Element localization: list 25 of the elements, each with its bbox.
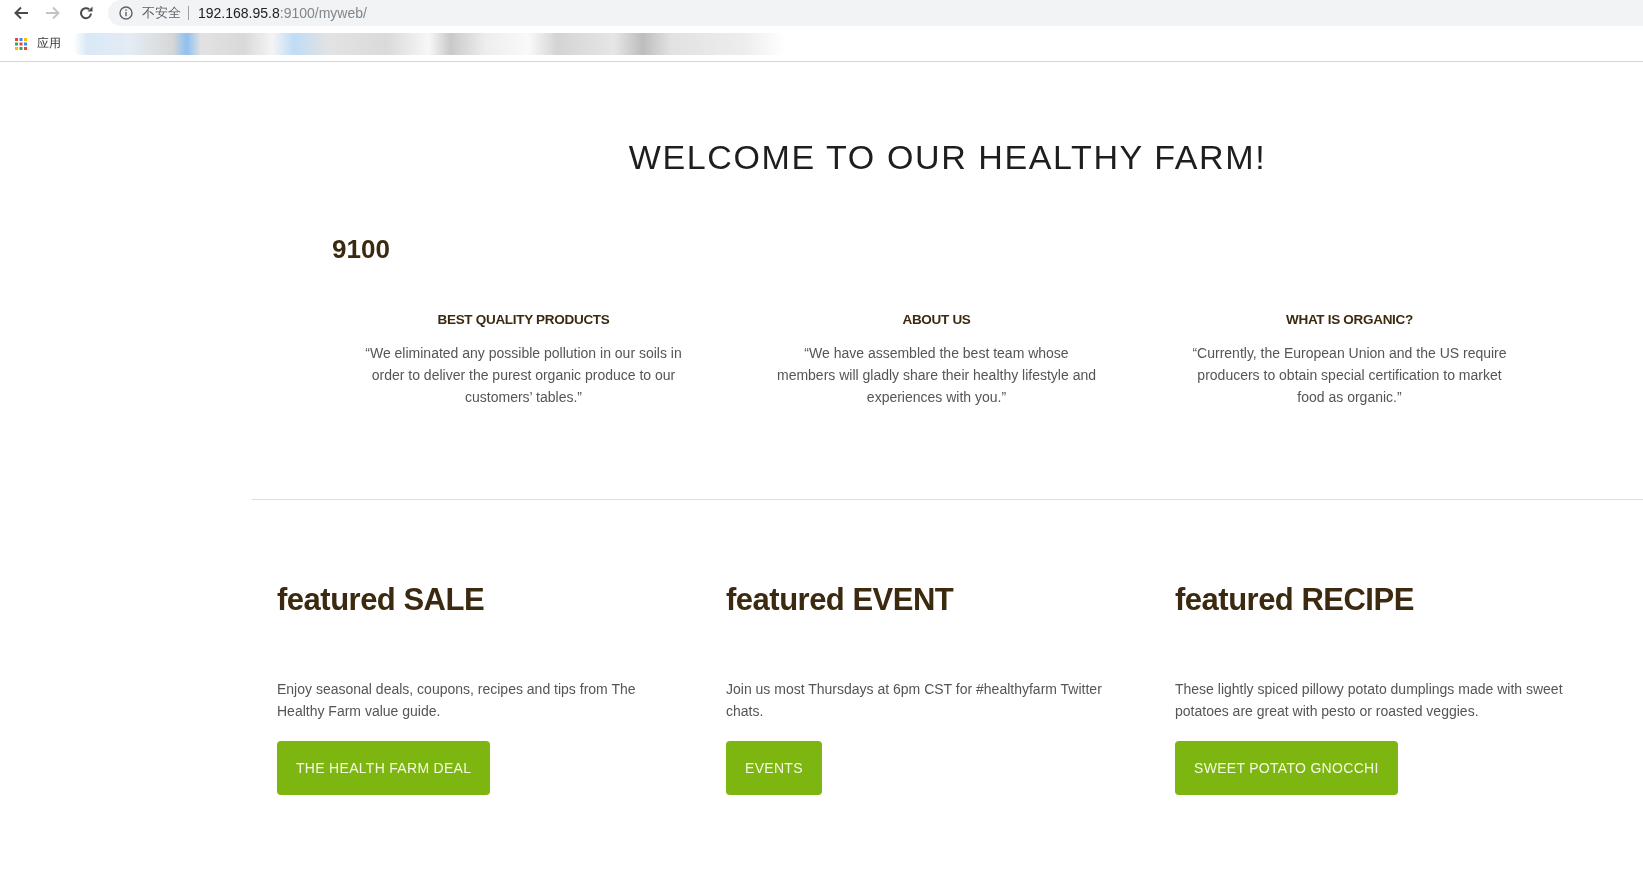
url-text: 192.168.95.8:9100/myweb/ — [198, 5, 367, 21]
featured-heading: featured EVENT — [726, 581, 954, 619]
quote-text: “We have assembled the best team whose members will gladly share their healthy lifestyle and experiences with you.” — [776, 344, 1097, 407]
port-number: 9100 — [332, 234, 390, 264]
grid-dots-icon[interactable] — [15, 37, 27, 50]
section-heading: BEST QUALITY PRODUCTS — [437, 311, 610, 329]
featured-description: Enjoy seasonal deals, coupons, recipes and tips from The Healthy Farm value guide. — [277, 680, 637, 721]
quote-text: “We eliminated any possible pollution in our soils in order to deliver the purest organic produce to our customers’ tables.” — [364, 344, 683, 407]
circular-arrow-icon[interactable] — [79, 6, 93, 20]
featured-link-button[interactable]: EVENTS — [726, 741, 822, 795]
featured-link-button[interactable]: SWEET POTATO GNOCCHI — [1175, 741, 1398, 795]
featured-description: Join us most Thursdays at 6pm CST for #healthyfarm Twitter chats. — [726, 680, 1103, 721]
featured-heading: featured RECIPE — [1175, 581, 1414, 619]
page-title: WELCOME TO OUR HEALTHY FARM! — [628, 137, 1267, 177]
featured-description: These lightly spiced pillowy potato dumplings made with sweet potatoes are great with pesto or roasted veggies. — [1175, 680, 1564, 721]
featured-link-button[interactable]: THE HEALTH FARM DEAL — [277, 741, 491, 795]
quote-text: “Currently, the European Union and the US require producers to obtain special certification to market food as organic.” — [1191, 344, 1508, 407]
featured-heading: featured SALE — [277, 581, 485, 619]
section-heading: WHAT IS ORGANIC? — [1286, 311, 1413, 329]
address-bar[interactable]: 不安全 192.168.95.8:9100/myweb/ — [108, 0, 1643, 26]
section-heading: ABOUT US — [902, 311, 971, 329]
arrow-left-icon[interactable] — [14, 6, 28, 20]
apps-link[interactable]: 应用 — [37, 35, 61, 52]
security-label: 不安全 — [142, 6, 189, 20]
info-icon — [119, 6, 133, 20]
